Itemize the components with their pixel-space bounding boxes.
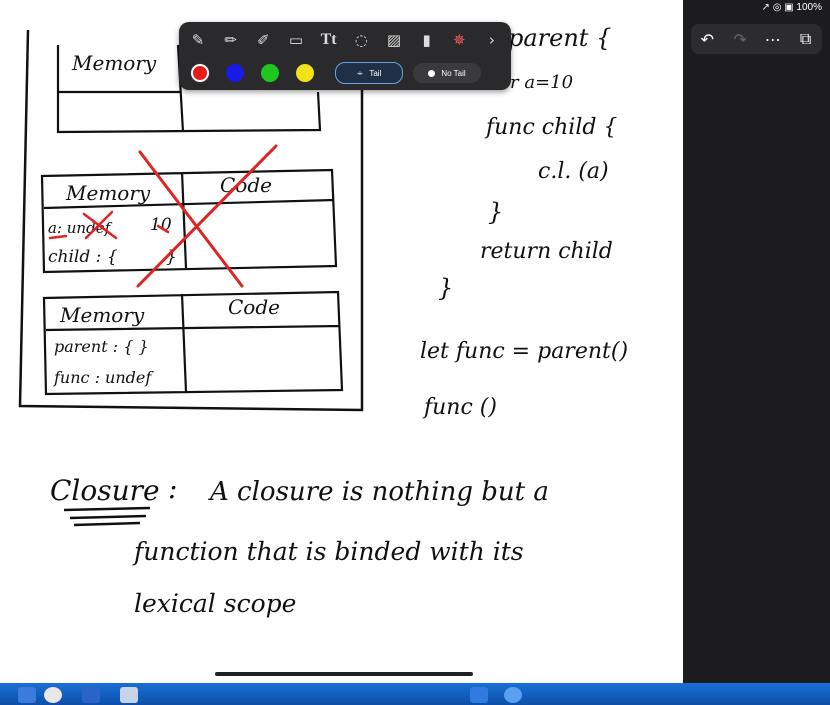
microphone-icon[interactable]: ▮: [416, 29, 438, 51]
box2-line2: child : {: [48, 247, 118, 267]
eraser-icon[interactable]: ▭: [285, 29, 307, 51]
taskbar: [0, 683, 830, 705]
handwritten-ink: Memory Memory Code a: undef 10 child : {…: [18, 24, 628, 618]
code-line7: }: [438, 274, 453, 302]
box3-memory-label: Memory: [59, 303, 145, 327]
box3-code-label: Code: [228, 295, 280, 319]
pages-icon[interactable]: ⧉: [794, 27, 818, 51]
dot-icon: [428, 69, 436, 77]
colors-row: ∻ Tail No Tail: [191, 62, 503, 84]
undo-icon[interactable]: ↶: [695, 27, 719, 51]
pen-icon[interactable]: ✎: [187, 29, 209, 51]
note-canvas[interactable]: Memory Memory Code a: undef 10 child : {…: [0, 0, 683, 683]
image-icon[interactable]: ▨: [383, 29, 405, 51]
pen-toolbar: ✎ ✏ ✐ ▭ Tt ◌ ▨ ▮ ✵ › ∻ Tail No Tail: [179, 22, 511, 90]
lasso-icon[interactable]: ◌: [350, 29, 372, 51]
text-icon[interactable]: Tt: [318, 29, 340, 51]
code-line1: parent {: [508, 24, 611, 52]
code-line6: return child: [480, 239, 613, 264]
color-red-swatch[interactable]: [191, 64, 209, 82]
box1-memory-label: Memory: [71, 51, 157, 75]
tail-label: Tail: [369, 68, 382, 78]
code-line2: r a=10: [510, 72, 573, 93]
code-line5: }: [488, 198, 503, 226]
code-line8: let func = parent(): [420, 339, 628, 364]
no-tail-label: No Tail: [441, 68, 466, 78]
taskbar-app-icon[interactable]: [18, 687, 36, 703]
definition-line1: A closure is nothing but a: [208, 477, 549, 507]
more-icon[interactable]: ⋯: [761, 27, 785, 51]
color-blue-swatch[interactable]: [226, 64, 244, 82]
taskbar-app-icon[interactable]: [120, 687, 138, 703]
chevron-right-icon[interactable]: ›: [481, 29, 503, 51]
box3-line2: func : undef: [53, 368, 154, 387]
redo-icon[interactable]: ↷: [728, 27, 752, 51]
pencil-icon[interactable]: ✏: [220, 29, 242, 51]
no-tail-button[interactable]: No Tail: [413, 63, 481, 83]
taskbar-app-icon[interactable]: [82, 687, 100, 703]
code-line3: func child {: [484, 115, 617, 140]
color-green-swatch[interactable]: [261, 64, 279, 82]
laser-pointer-icon[interactable]: ✵: [448, 29, 470, 51]
tools-row: ✎ ✏ ✐ ▭ Tt ◌ ▨ ▮ ✵ ›: [187, 26, 503, 54]
definition-line2: function that is binded with its: [132, 537, 524, 566]
taskbar-app-icon[interactable]: [470, 687, 488, 703]
taskbar-app-icon[interactable]: [504, 687, 522, 703]
box2-memory-label: Memory: [65, 181, 151, 205]
highlighter-icon[interactable]: ✐: [252, 29, 274, 51]
closure-colon: :: [168, 472, 177, 505]
top-actions: ↶ ↷ ⋯ ⧉: [691, 24, 822, 54]
right-panel: ↗ ◎ ▣ 100% ↶ ↷ ⋯ ⧉: [683, 0, 830, 683]
color-yellow-swatch[interactable]: [296, 64, 314, 82]
code-line9: func (): [422, 395, 497, 420]
home-indicator[interactable]: [215, 672, 473, 676]
tail-button[interactable]: ∻ Tail: [335, 62, 403, 84]
box3-line1: parent : { }: [54, 337, 149, 356]
browser-icon[interactable]: [44, 687, 62, 703]
code-line4: c.l. (a): [538, 159, 609, 184]
definition-line3: lexical scope: [134, 589, 296, 618]
tail-curve-icon: ∻: [356, 68, 364, 78]
status-bar: ↗ ◎ ▣ 100%: [761, 2, 822, 13]
closure-heading: Closure: [50, 474, 160, 507]
